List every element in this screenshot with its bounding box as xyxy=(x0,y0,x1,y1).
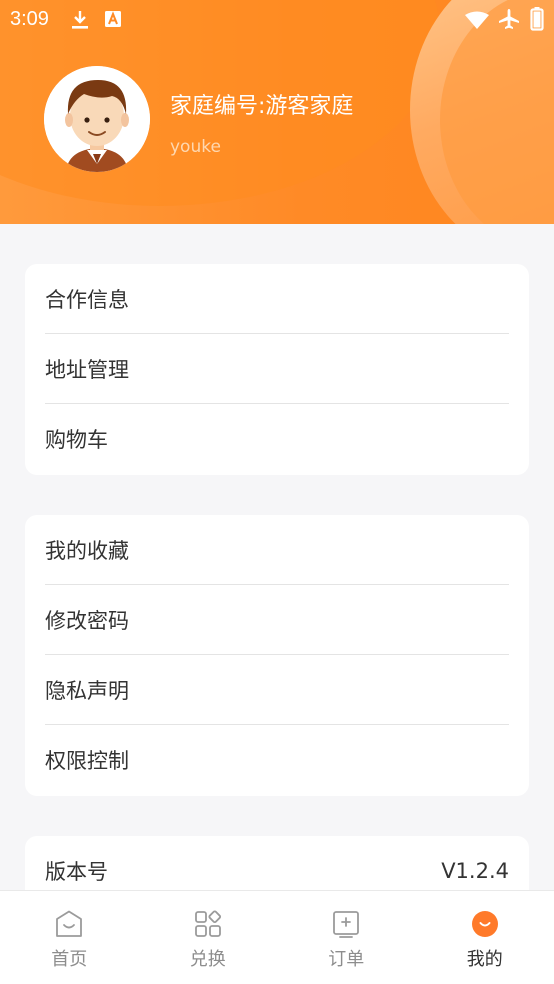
profile-header: 3:09 家庭编号:游客家庭 youke xyxy=(0,0,554,224)
wifi-icon xyxy=(465,11,489,29)
username: youke xyxy=(170,137,221,157)
menu-card-1: 合作信息 地址管理 购物车 xyxy=(25,264,529,475)
airplane-mode-icon xyxy=(499,9,519,29)
user-avatar-illustration xyxy=(44,66,150,172)
menu-item-label: 购物车 xyxy=(45,428,108,452)
tab-orders[interactable]: 订单 xyxy=(277,891,416,984)
menu-item-privacy[interactable]: 隐私声明 xyxy=(45,655,509,725)
version-label: 版本号 xyxy=(45,860,108,884)
tab-home[interactable]: 首页 xyxy=(0,891,139,984)
version-value: V1.2.4 xyxy=(441,859,509,883)
menu-item-permissions[interactable]: 权限控制 xyxy=(45,725,509,795)
menu-item-label: 我的收藏 xyxy=(45,538,129,563)
menu-item-favorites[interactable]: 我的收藏 xyxy=(45,515,509,585)
menu-item-address[interactable]: 地址管理 xyxy=(45,334,509,404)
orders-icon xyxy=(333,911,360,938)
avatar[interactable] xyxy=(44,66,150,172)
bottom-tab-bar: 首页 兑换 订单 我的 xyxy=(0,890,554,984)
tab-label: 我的 xyxy=(466,949,503,970)
tab-exchange[interactable]: 兑换 xyxy=(139,891,278,984)
battery-icon xyxy=(530,7,544,31)
status-bar: 3:09 xyxy=(0,0,554,38)
menu-item-label: 权限控制 xyxy=(45,749,129,773)
menu-item-cooperation[interactable]: 合作信息 xyxy=(45,264,509,334)
download-icon xyxy=(72,11,88,29)
profile-icon xyxy=(471,911,498,937)
menu-item-label: 地址管理 xyxy=(45,357,129,382)
menu-card-2: 我的收藏 修改密码 隐私声明 权限控制 xyxy=(25,515,529,796)
tab-mine[interactable]: 我的 xyxy=(416,891,554,984)
tab-label: 兑换 xyxy=(189,949,226,970)
status-time: 3:09 xyxy=(10,8,49,30)
menu-item-cart[interactable]: 购物车 xyxy=(45,404,509,474)
menu-item-label: 修改密码 xyxy=(45,608,129,633)
family-id-title: 家庭编号:游客家庭 xyxy=(170,94,354,119)
menu-item-change-password[interactable]: 修改密码 xyxy=(45,585,509,655)
tab-label: 订单 xyxy=(328,949,365,970)
home-icon xyxy=(56,910,83,937)
menu-item-label: 合作信息 xyxy=(45,287,129,312)
exchange-icon xyxy=(194,910,221,937)
font-app-icon xyxy=(105,11,121,27)
tab-label: 首页 xyxy=(51,949,88,970)
menu-item-label: 隐私声明 xyxy=(45,678,129,703)
